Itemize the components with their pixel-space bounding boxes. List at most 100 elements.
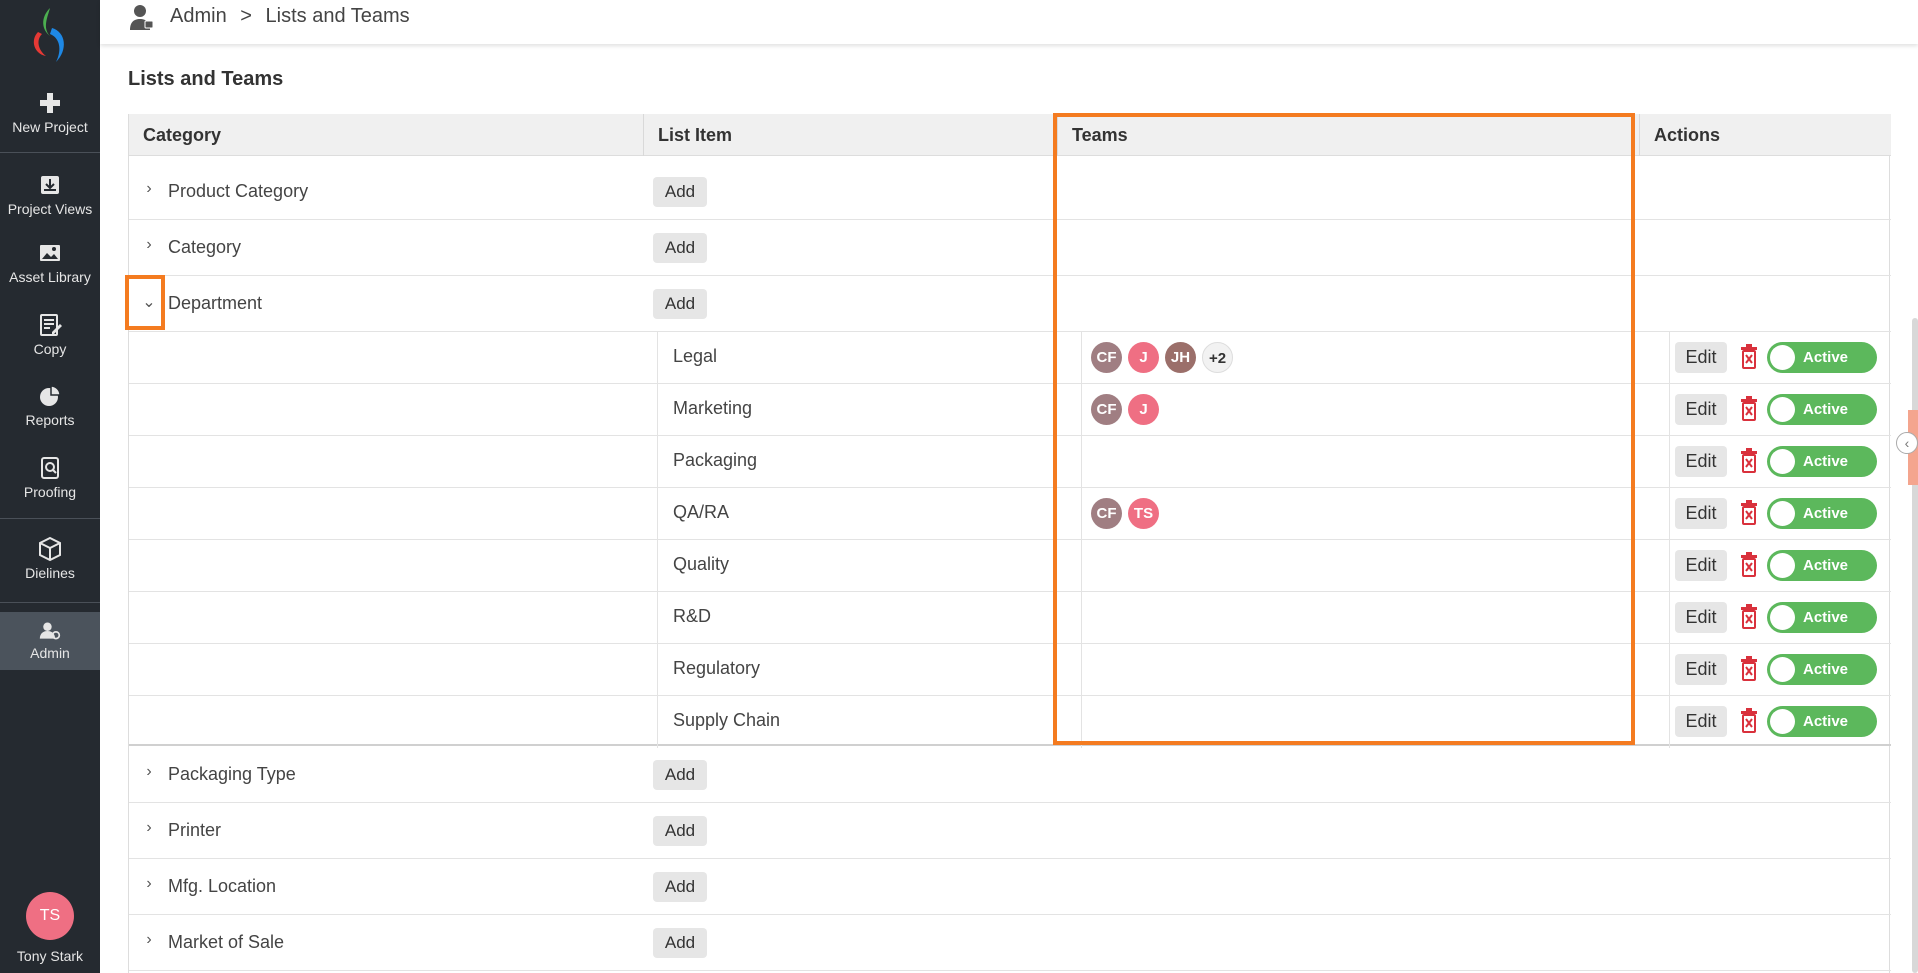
chevron-right-icon[interactable]: › bbox=[141, 819, 157, 837]
list-item-label: QA/RA bbox=[673, 502, 730, 522]
edit-button[interactable]: Edit bbox=[1675, 394, 1727, 425]
add-button[interactable]: Add bbox=[653, 289, 707, 319]
toggle-label: Active bbox=[1803, 401, 1849, 418]
trash-icon[interactable] bbox=[1739, 500, 1759, 526]
column-header-list-item: List Item bbox=[643, 114, 1057, 156]
active-toggle[interactable]: Active bbox=[1767, 550, 1877, 581]
active-toggle[interactable]: Active bbox=[1767, 342, 1877, 373]
top-bar: Admin > Lists and Teams bbox=[100, 0, 1918, 44]
toggle-label: Active bbox=[1803, 609, 1849, 626]
edit-button[interactable]: Edit bbox=[1675, 602, 1727, 633]
toggle-label: Active bbox=[1803, 713, 1849, 730]
nav-label: Copy bbox=[33, 341, 67, 357]
chevron-left-icon[interactable]: ‹ bbox=[1896, 432, 1918, 454]
chevron-right-icon[interactable]: › bbox=[141, 180, 157, 198]
edit-button[interactable]: Edit bbox=[1675, 550, 1727, 581]
divider bbox=[657, 644, 658, 696]
nav-asset-library[interactable]: Asset Library bbox=[0, 240, 100, 285]
toggle-label: Active bbox=[1803, 661, 1849, 678]
nav-label: Proofing bbox=[23, 484, 77, 500]
toggle-knob bbox=[1770, 501, 1795, 526]
trash-icon[interactable] bbox=[1739, 344, 1759, 370]
nav-dielines[interactable]: Dielines bbox=[0, 536, 100, 581]
list-item-label: Regulatory bbox=[673, 658, 761, 678]
category-row: › Packaging Type Add bbox=[129, 747, 1891, 803]
nav-project-views[interactable]: Project Views bbox=[0, 172, 100, 217]
divider bbox=[1669, 592, 1670, 644]
edit-button[interactable]: Edit bbox=[1675, 654, 1727, 685]
edit-button[interactable]: Edit bbox=[1675, 498, 1727, 529]
trash-icon[interactable] bbox=[1739, 396, 1759, 422]
breadcrumb-admin[interactable]: Admin bbox=[170, 5, 227, 27]
trash-icon[interactable] bbox=[1739, 656, 1759, 682]
user-name[interactable]: Tony Stark bbox=[0, 948, 100, 964]
edit-button[interactable]: Edit bbox=[1675, 706, 1727, 737]
toggle-knob bbox=[1770, 605, 1795, 630]
toggle-label: Active bbox=[1803, 505, 1849, 522]
trash-icon[interactable] bbox=[1739, 552, 1759, 578]
active-toggle[interactable]: Active bbox=[1767, 706, 1877, 737]
chevron-right-icon[interactable]: › bbox=[141, 236, 157, 254]
add-button[interactable]: Add bbox=[653, 872, 707, 902]
nav-admin[interactable]: Admin bbox=[0, 612, 100, 670]
add-button[interactable]: Add bbox=[653, 928, 707, 958]
active-toggle[interactable]: Active bbox=[1767, 602, 1877, 633]
category-row: › Mfg. Location Add bbox=[129, 859, 1891, 915]
nav-proofing[interactable]: Proofing bbox=[0, 455, 100, 500]
divider bbox=[657, 488, 658, 540]
toggle-knob bbox=[1770, 553, 1795, 578]
trash-icon[interactable] bbox=[1739, 708, 1759, 734]
divider bbox=[0, 518, 100, 519]
divider bbox=[657, 540, 658, 592]
active-toggle[interactable]: Active bbox=[1767, 446, 1877, 477]
nav-copy[interactable]: Copy bbox=[0, 312, 100, 357]
image-icon bbox=[40, 245, 60, 261]
edit-button[interactable]: Edit bbox=[1675, 342, 1727, 373]
breadcrumb: Admin > Lists and Teams bbox=[170, 5, 410, 28]
chevron-right-icon[interactable]: › bbox=[141, 875, 157, 893]
breadcrumb-current: Lists and Teams bbox=[265, 5, 410, 27]
toggle-label: Active bbox=[1803, 453, 1849, 470]
chevron-right-icon[interactable]: › bbox=[141, 763, 157, 781]
category-label: Category bbox=[168, 237, 242, 257]
toggle-knob bbox=[1770, 345, 1795, 370]
list-item-label: Supply Chain bbox=[673, 710, 781, 730]
edit-button[interactable]: Edit bbox=[1675, 446, 1727, 477]
active-toggle[interactable]: Active bbox=[1767, 394, 1877, 425]
add-button[interactable]: Add bbox=[653, 233, 707, 263]
divider bbox=[1669, 436, 1670, 488]
user-avatar[interactable]: TS bbox=[26, 892, 74, 940]
active-toggle[interactable]: Active bbox=[1767, 654, 1877, 685]
category-label: Market of Sale bbox=[168, 932, 285, 952]
nav-label: Project Views bbox=[7, 201, 93, 217]
nav-new-project[interactable]: New Project bbox=[0, 90, 100, 135]
toggle-label: Active bbox=[1803, 557, 1849, 574]
nav-reports[interactable]: Reports bbox=[0, 383, 100, 428]
trash-icon[interactable] bbox=[1739, 604, 1759, 630]
chevron-right-icon[interactable]: › bbox=[141, 931, 157, 949]
nav-label: Reports bbox=[25, 412, 75, 428]
expand-toggle-highlight bbox=[125, 275, 165, 330]
divider bbox=[1669, 384, 1670, 436]
app-logo-icon[interactable] bbox=[28, 6, 72, 64]
sidebar: New Project Project Views Asset Library … bbox=[0, 0, 100, 973]
list-item-label: Packaging bbox=[673, 450, 758, 470]
divider bbox=[1669, 644, 1670, 696]
active-toggle[interactable]: Active bbox=[1767, 498, 1877, 529]
document-search-icon bbox=[41, 457, 59, 479]
category-label: Product Category bbox=[168, 181, 309, 201]
add-button[interactable]: Add bbox=[653, 177, 707, 207]
divider bbox=[0, 602, 100, 603]
divider bbox=[657, 696, 658, 748]
add-button[interactable]: Add bbox=[653, 760, 707, 790]
toggle-label: Active bbox=[1803, 349, 1849, 366]
divider bbox=[1669, 332, 1670, 384]
divider bbox=[0, 152, 100, 153]
divider bbox=[1669, 488, 1670, 540]
add-button[interactable]: Add bbox=[653, 816, 707, 846]
trash-icon[interactable] bbox=[1739, 448, 1759, 474]
category-row: › Market of Sale Add bbox=[129, 915, 1891, 971]
category-label: Packaging Type bbox=[168, 764, 296, 784]
divider bbox=[1669, 540, 1670, 592]
pie-chart-icon bbox=[40, 385, 61, 406]
